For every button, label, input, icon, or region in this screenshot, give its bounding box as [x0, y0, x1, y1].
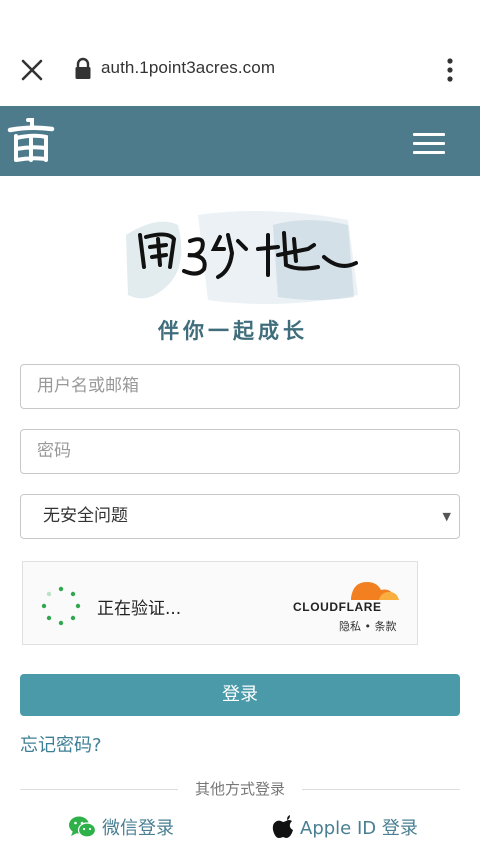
brand-calligraphy-image	[126, 211, 358, 304]
browser-toolbar: auth.1point3acres.com	[0, 0, 480, 106]
apple-login-button[interactable]: Apple ID 登录	[272, 812, 418, 842]
close-icon[interactable]	[18, 56, 46, 84]
lock-icon	[75, 57, 91, 79]
captcha-widget[interactable]: 正在验证... CLOUDFLARE 隐私 • 条款	[22, 561, 418, 645]
username-input[interactable]: 用户名或邮箱	[20, 364, 460, 409]
cloudflare-wordmark: CLOUDFLARE	[293, 600, 382, 614]
more-vert-icon[interactable]	[440, 56, 460, 84]
other-login-divider: 其他方式登录	[20, 778, 460, 800]
url-text[interactable]: auth.1point3acres.com	[101, 58, 275, 78]
security-question-select[interactable]: 无安全问题 ▼	[20, 494, 460, 539]
site-logo-icon[interactable]	[6, 116, 56, 168]
captcha-status: 正在验证...	[97, 599, 182, 619]
site-header	[0, 106, 480, 176]
forgot-password-link[interactable]: 忘记密码?	[20, 731, 102, 757]
brand-logo: 伴你一起成长	[118, 205, 368, 343]
dropdown-arrow-icon: ▼	[442, 510, 451, 523]
apple-login-label: Apple ID 登录	[300, 818, 418, 839]
password-input[interactable]: 密码	[20, 429, 460, 474]
loading-spinner-icon	[41, 586, 81, 626]
security-question-value: 无安全问题	[43, 506, 128, 526]
wechat-login-button[interactable]: 微信登录	[68, 812, 174, 842]
wechat-icon	[69, 816, 96, 838]
login-button[interactable]: 登录	[20, 674, 460, 716]
brand-tagline: 伴你一起成长	[158, 319, 308, 343]
login-page: auth.1point3acres.com 伴你一起成长 用户名或邮箱 密码 无…	[0, 0, 480, 853]
apple-icon	[272, 815, 293, 838]
hamburger-icon[interactable]	[413, 133, 445, 155]
captcha-privacy-terms[interactable]: 隐私 • 条款	[339, 618, 396, 634]
wechat-login-label: 微信登录	[102, 818, 174, 839]
other-login-label: 其他方式登录	[194, 780, 285, 798]
